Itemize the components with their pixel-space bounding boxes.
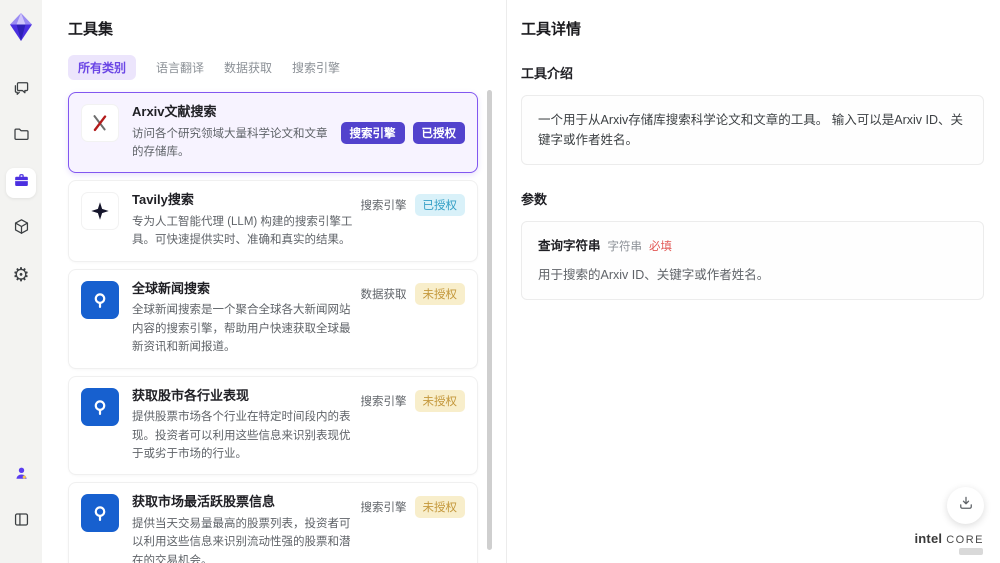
tool-card-arxiv[interactable]: Arxiv文献搜索 访问各个研究领域大量科学论文和文章的存储库。 搜索引擎 已授… (68, 92, 478, 174)
param-name: 查询字符串 (538, 239, 601, 253)
status-badge: 已授权 (412, 121, 465, 144)
person-icon (12, 464, 31, 488)
gear-icon: ⚙ (12, 264, 30, 286)
category-label: 搜索引擎 (360, 395, 407, 408)
tool-card-tavily[interactable]: Tavily搜索 专为人工智能代理 (LLM) 构建的搜索引擎工具。可快速提供实… (68, 180, 478, 262)
tool-description: 专为人工智能代理 (LLM) 构建的搜索引擎工具。可快速提供实时、准确和真实的结… (132, 215, 353, 247)
tool-intro-text: 一个用于从Arxiv存储库搜索科学论文和文章的工具。 输入可以是Arxiv ID… (538, 113, 964, 147)
category-tabs: 所有类别 语言翻译 数据获取 搜索引擎 (68, 55, 506, 80)
cube-icon (12, 217, 31, 241)
param-required-badge: 必填 (649, 241, 673, 253)
tool-name: 获取股市各行业表现 (132, 387, 250, 403)
briefcase-icon (12, 171, 31, 195)
param-description: 用于搜索的Arxiv ID、关键字或作者姓名。 (538, 268, 770, 283)
category-label: 搜索引擎 (360, 200, 407, 213)
sidebar-item-chat[interactable] (6, 76, 36, 106)
finance-icon (81, 387, 119, 426)
app-logo-icon (8, 12, 34, 42)
tool-description: 全球新闻搜索是一个聚合全球各大新闻网站内容的搜索引擎，帮助用户快速获取全球最新资… (132, 304, 351, 354)
status-badge: 未授权 (414, 389, 465, 412)
page-title: 工具集 (68, 21, 114, 38)
news-search-icon (81, 280, 119, 319)
finance-icon (81, 494, 119, 533)
core-wordmark: CORE (946, 534, 984, 546)
tool-detail-pane: 工具详情 工具介绍 一个用于从Arxiv存储库搜索科学论文和文章的工具。 输入可… (506, 0, 1000, 563)
tool-card-list: Arxiv文献搜索 访问各个研究领域大量科学论文和文章的存储库。 搜索引擎 已授… (68, 92, 478, 563)
tool-name: 全球新闻搜索 (132, 280, 211, 296)
category-label: 搜索引擎 (360, 502, 407, 515)
sidebar-item-tools[interactable] (6, 168, 36, 198)
tool-description: 提供当天交易量最高的股票列表，投资者可以利用这些信息来识别流动性强的股票和潜在的… (132, 517, 351, 563)
folder-icon (12, 125, 31, 149)
tab-language-translation[interactable]: 语言翻译 (156, 55, 204, 80)
status-badge: 已授权 (414, 194, 465, 217)
chat-icon (12, 79, 31, 103)
tool-intro-box: 一个用于从Arxiv存储库搜索科学论文和文章的工具。 输入可以是Arxiv ID… (521, 95, 984, 165)
intel-wordmark: intel (914, 531, 943, 546)
param-type: 字符串 (607, 241, 643, 253)
tool-description: 提供股票市场各个行业在特定时间段内的表现。投资者可以利用这些信息来识别表现优于或… (132, 411, 351, 460)
tool-description: 访问各个研究领域大量科学论文和文章的存储库。 (132, 127, 328, 158)
detail-title: 工具详情 (521, 21, 582, 38)
download-icon (957, 494, 975, 517)
sidebar-item-models[interactable] (6, 214, 36, 244)
tool-name: Tavily搜索 (132, 192, 194, 208)
tool-name: 获取市场最活跃股票信息 (132, 494, 276, 510)
status-badge: 未授权 (414, 496, 465, 519)
intel-sub-badge (959, 548, 983, 555)
app-window: ⚙ 工具集 所有类别 语言翻译 数据获取 搜索引擎 Arxiv文献搜索 访问各个… (0, 0, 1000, 563)
panel-toggle-icon (12, 510, 31, 534)
params-heading: 参数 (521, 192, 548, 207)
left-sidebar: ⚙ (0, 0, 42, 563)
category-label: 数据获取 (360, 288, 407, 301)
collapse-sidebar-button[interactable] (6, 507, 36, 537)
user-avatar[interactable] (6, 461, 36, 491)
tool-name: Arxiv文献搜索 (132, 104, 217, 119)
sidebar-item-settings[interactable]: ⚙ (6, 260, 36, 290)
sidebar-item-files[interactable] (6, 122, 36, 152)
tab-all-categories[interactable]: 所有类别 (68, 55, 137, 80)
tool-card-sector-performance[interactable]: 获取股市各行业表现 提供股票市场各个行业在特定时间段内的表现。投资者可以利用这些… (68, 375, 478, 476)
tool-list-pane: 工具集 所有类别 语言翻译 数据获取 搜索引擎 Arxiv文献搜索 访问各个研究… (42, 0, 506, 563)
param-box: 查询字符串 字符串 必填 用于搜索的Arxiv ID、关键字或作者姓名。 (521, 221, 984, 301)
tab-search-engine[interactable]: 搜索引擎 (292, 55, 340, 80)
category-badge: 搜索引擎 (340, 121, 405, 144)
list-scrollbar[interactable] (487, 90, 492, 550)
intel-core-logo: intel CORE (914, 531, 984, 555)
tool-card-global-news[interactable]: 全球新闻搜索 全球新闻搜索是一个聚合全球各大新闻网站内容的搜索引擎，帮助用户快速… (68, 268, 478, 369)
tavily-icon (81, 192, 119, 231)
arxiv-icon (81, 104, 119, 142)
tool-card-most-active-stocks[interactable]: 获取市场最活跃股票信息 提供当天交易量最高的股票列表，投资者可以利用这些信息来识… (68, 482, 478, 563)
intro-heading: 工具介绍 (521, 66, 574, 81)
download-button[interactable] (947, 487, 984, 524)
status-badge: 未授权 (414, 282, 465, 305)
tab-data-acquisition[interactable]: 数据获取 (224, 55, 272, 80)
